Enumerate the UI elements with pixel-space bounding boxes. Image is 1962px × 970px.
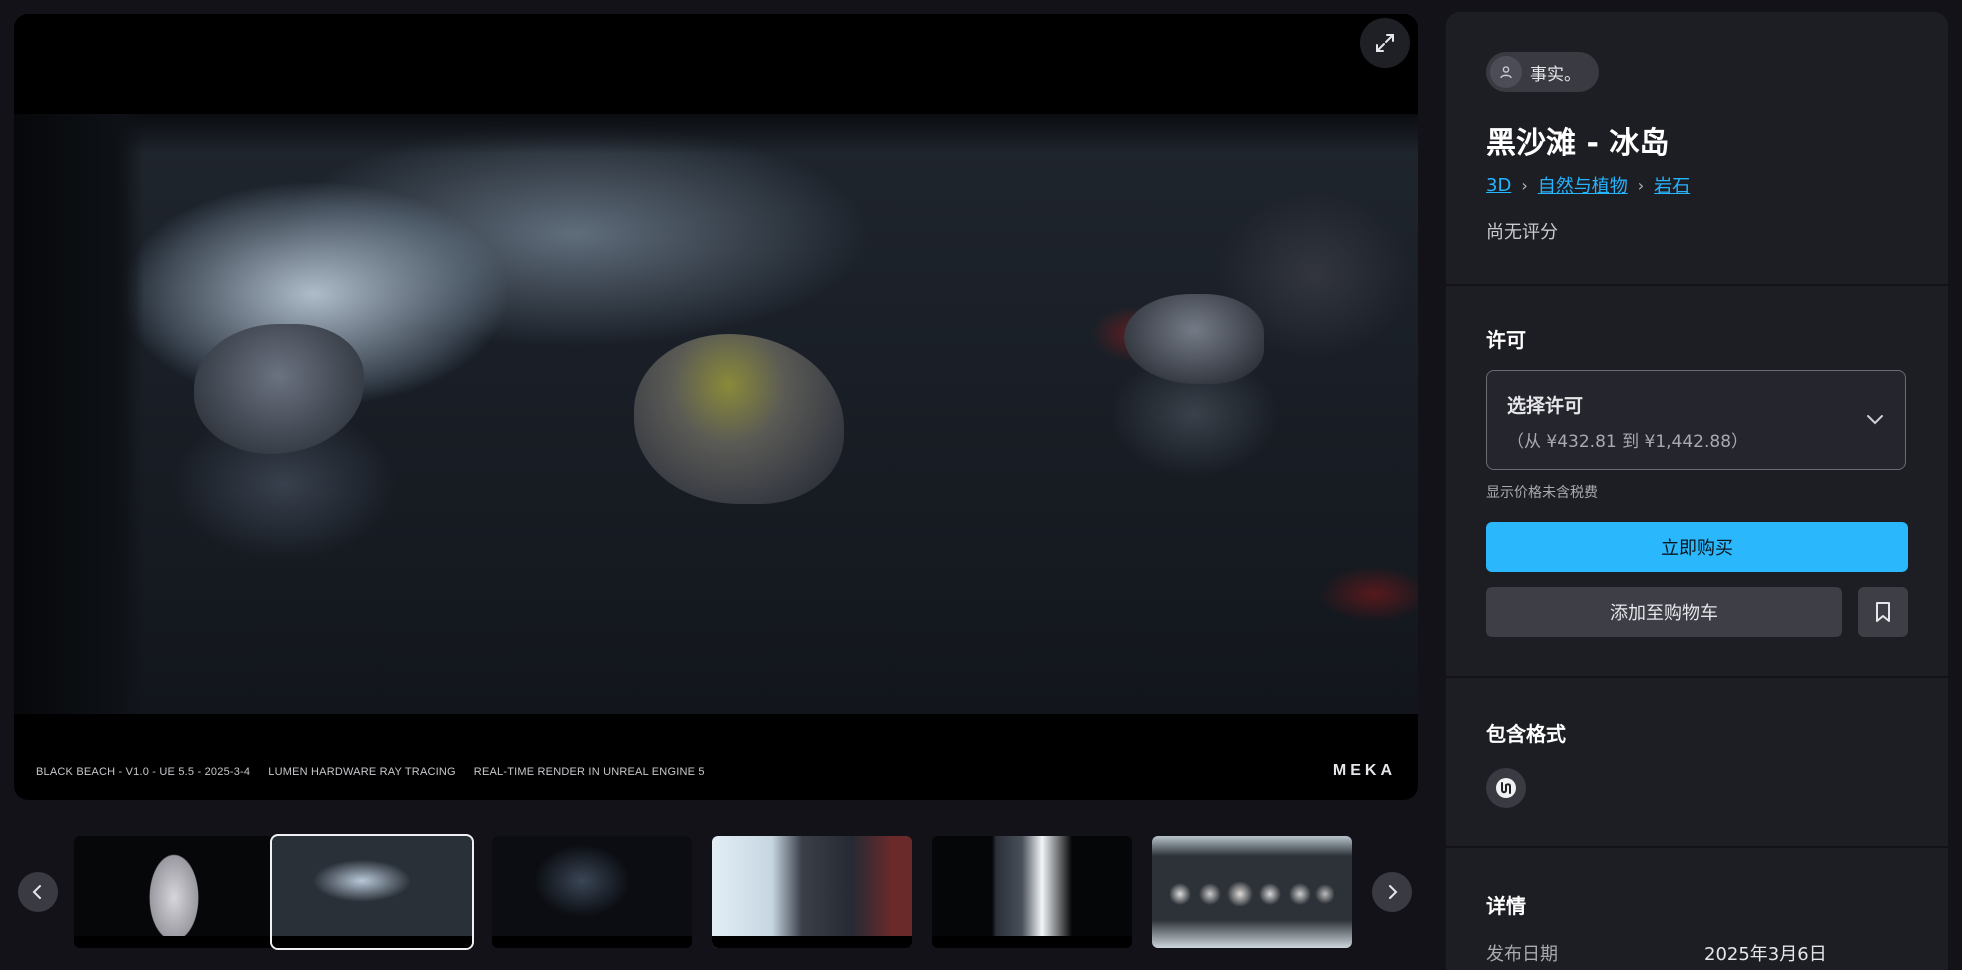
wishlist-button[interactable] <box>1858 587 1908 637</box>
buy-now-button[interactable]: 立即购买 <box>1486 522 1908 572</box>
product-title: 黑沙滩 - 冰岛 <box>1486 126 1670 161</box>
caption-lumen: LUMEN HARDWARE RAY TRACING <box>268 766 456 778</box>
tax-note: 显示价格未含税费 <box>1486 485 1598 501</box>
detail-row-release-date: 发布日期 2025年3月6日 <box>1486 940 1906 966</box>
thumbnail-strip <box>0 830 1418 960</box>
breadcrumb-3d[interactable]: 3D <box>1486 175 1511 196</box>
product-header: 事实。 黑沙滩 - 冰岛 3D › 自然与植物 › 岩石 尚无评分 <box>1446 12 1948 286</box>
mossy-rock <box>634 334 844 504</box>
product-panel: 事实。 黑沙滩 - 冰岛 3D › 自然与植物 › 岩石 尚无评分 许可 选择许… <box>1446 12 1948 970</box>
add-to-cart-button[interactable]: 添加至购物车 <box>1486 587 1842 637</box>
breadcrumb-nature[interactable]: 自然与植物 <box>1538 172 1628 198</box>
license-select-label: 选择许可 <box>1507 395 1584 417</box>
prev-thumbnail-button[interactable] <box>18 872 58 912</box>
user-icon <box>1490 56 1522 88</box>
rock <box>194 324 364 454</box>
fullscreen-button[interactable] <box>1360 18 1410 68</box>
chevron-right-icon <box>1389 885 1398 899</box>
seller-name: 事实。 <box>1530 64 1581 85</box>
rating-text: 尚无评分 <box>1486 222 1558 243</box>
breadcrumb: 3D › 自然与植物 › 岩石 <box>1486 172 1690 198</box>
thumbnail-3[interactable] <box>492 836 692 948</box>
thumbnail-1[interactable] <box>74 836 274 948</box>
unreal-engine-icon <box>1486 768 1526 808</box>
license-heading: 许可 <box>1486 328 1526 352</box>
caption-version: BLACK BEACH - V1.0 - UE 5.5 - 2025-3-4 <box>36 766 251 778</box>
thumbnail-6[interactable] <box>1152 836 1352 948</box>
media-viewer[interactable]: BLACK BEACH - V1.0 - UE 5.5 - 2025-3-4 L… <box>14 14 1418 800</box>
bookmark-icon <box>1876 602 1890 622</box>
chevron-left-icon <box>32 885 41 899</box>
license-select[interactable]: 选择许可 （从 ¥432.81 到 ¥1,442.88） <box>1486 370 1906 470</box>
caption-render: REAL-TIME RENDER IN UNREAL ENGINE 5 <box>473 766 705 778</box>
preview-image <box>14 114 1418 714</box>
cave-ceiling <box>14 114 1418 154</box>
thumbnail-5[interactable] <box>932 836 1132 948</box>
thumbnail-2[interactable] <box>270 834 474 950</box>
chevron-right-icon: › <box>1637 175 1645 195</box>
details-heading: 详情 <box>1486 894 1526 918</box>
seller-chip[interactable]: 事实。 <box>1486 52 1599 92</box>
formats-section <box>1446 678 1948 848</box>
maximize-arrows-icon <box>1376 34 1394 52</box>
formats-heading: 包含格式 <box>1486 722 1566 746</box>
render-caption: BLACK BEACH - V1.0 - UE 5.5 - 2025-3-4 L… <box>36 766 705 778</box>
brand-logo: MEKA <box>1332 762 1396 779</box>
detail-label: 发布日期 <box>1486 944 1558 965</box>
breadcrumb-rocks[interactable]: 岩石 <box>1654 172 1690 198</box>
chevron-down-icon <box>1867 415 1883 425</box>
next-thumbnail-button[interactable] <box>1372 872 1412 912</box>
license-price-range: （从 ¥432.81 到 ¥1,442.88） <box>1507 432 1749 452</box>
rock <box>1124 294 1264 384</box>
thumbnail-4[interactable] <box>712 836 912 948</box>
detail-value: 2025年3月6日 <box>1704 944 1827 965</box>
cave-wall <box>14 114 144 714</box>
chevron-right-icon: › <box>1521 175 1528 195</box>
